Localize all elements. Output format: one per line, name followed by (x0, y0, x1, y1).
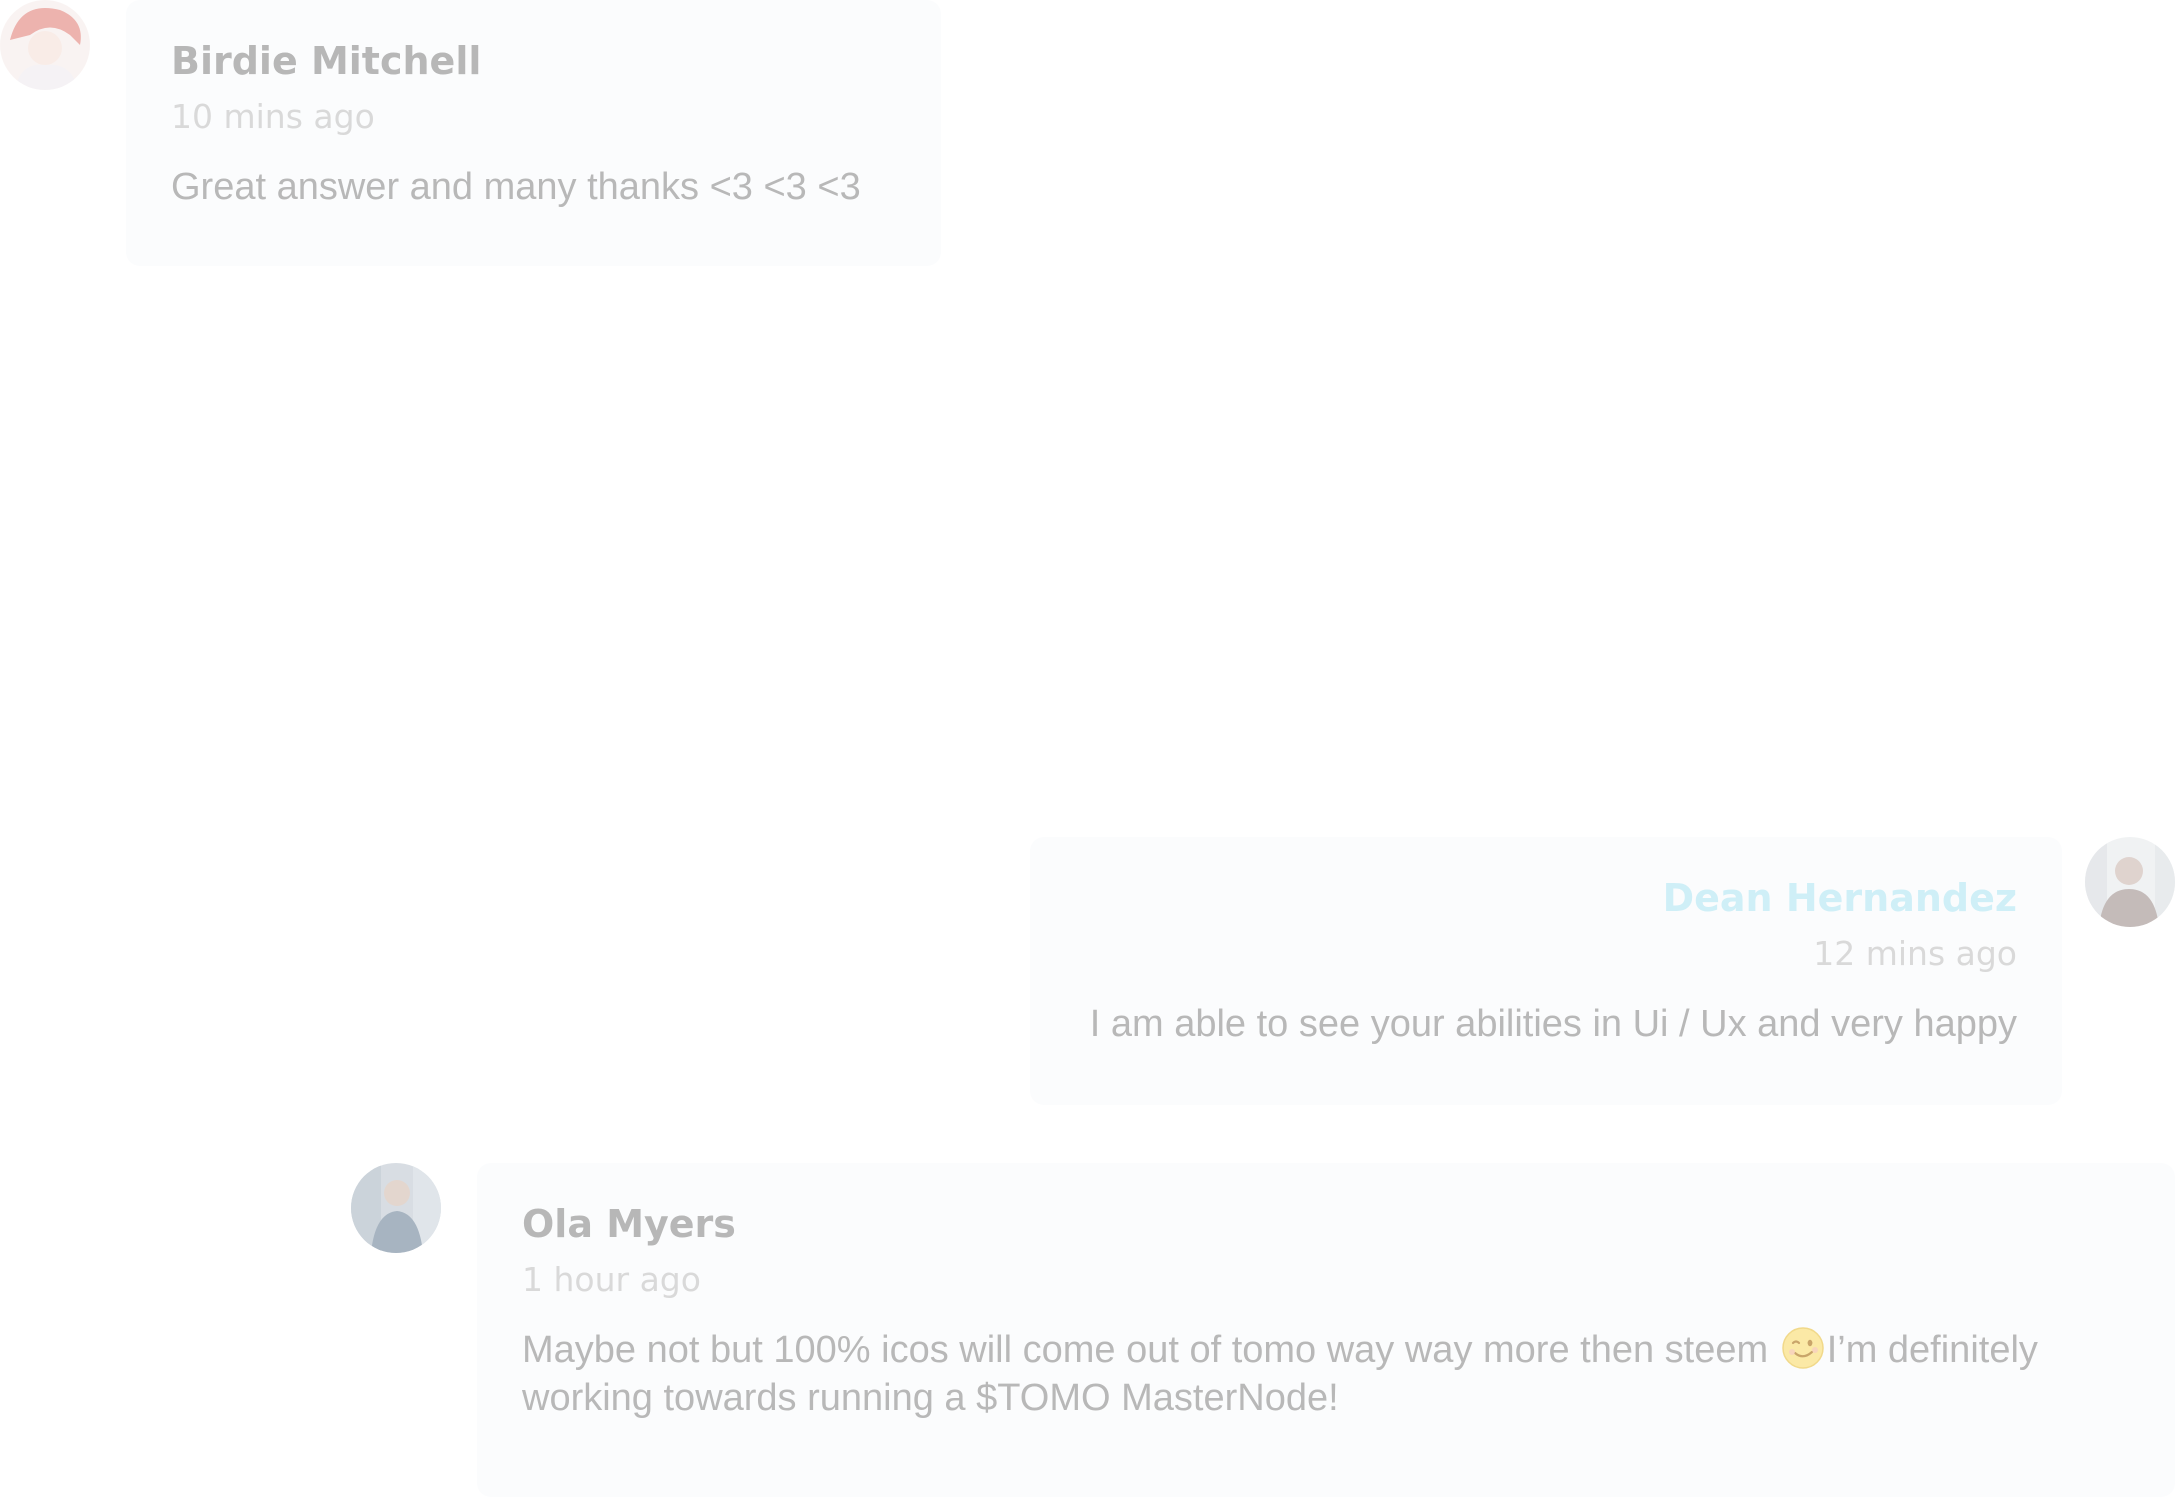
avatar-image (351, 1163, 441, 1253)
comment-card: Birdie Mitchell 10 mins ago Great answer… (126, 0, 941, 266)
comment-author[interactable]: Birdie Mitchell (171, 42, 941, 80)
comment-author[interactable]: Dean Hernandez (1030, 879, 2017, 917)
comment-text-part: Maybe not but 100% icos will come out of… (522, 1329, 1779, 1371)
comment-timestamp: 1 hour ago (522, 1260, 701, 1299)
comment-card: Ola Myers 1 hour ago Maybe not but 100% … (477, 1163, 2175, 1497)
avatar-image (2085, 837, 2175, 927)
avatar-image (0, 0, 90, 90)
avatar-birdie-mitchell[interactable] (0, 0, 90, 90)
comment-text: I am able to see your abilities in Ui / … (1089, 1003, 2017, 1045)
comment-text: Great answer and many thanks <3 <3 <3 (171, 166, 861, 208)
comment-author[interactable]: Ola Myers (522, 1205, 2175, 1243)
avatar-dean-hernandez[interactable] (2085, 837, 2175, 927)
comment-timestamp: 10 mins ago (171, 97, 375, 136)
comment-card: Dean Hernandez 12 mins ago I am able to … (1030, 837, 2062, 1105)
avatar-ola-myers[interactable] (351, 1163, 441, 1253)
winking-face-icon (1781, 1326, 1825, 1370)
comment-text: Maybe not but 100% icos will come out of… (522, 1326, 2122, 1422)
comment-timestamp: 12 mins ago (1813, 934, 2017, 973)
